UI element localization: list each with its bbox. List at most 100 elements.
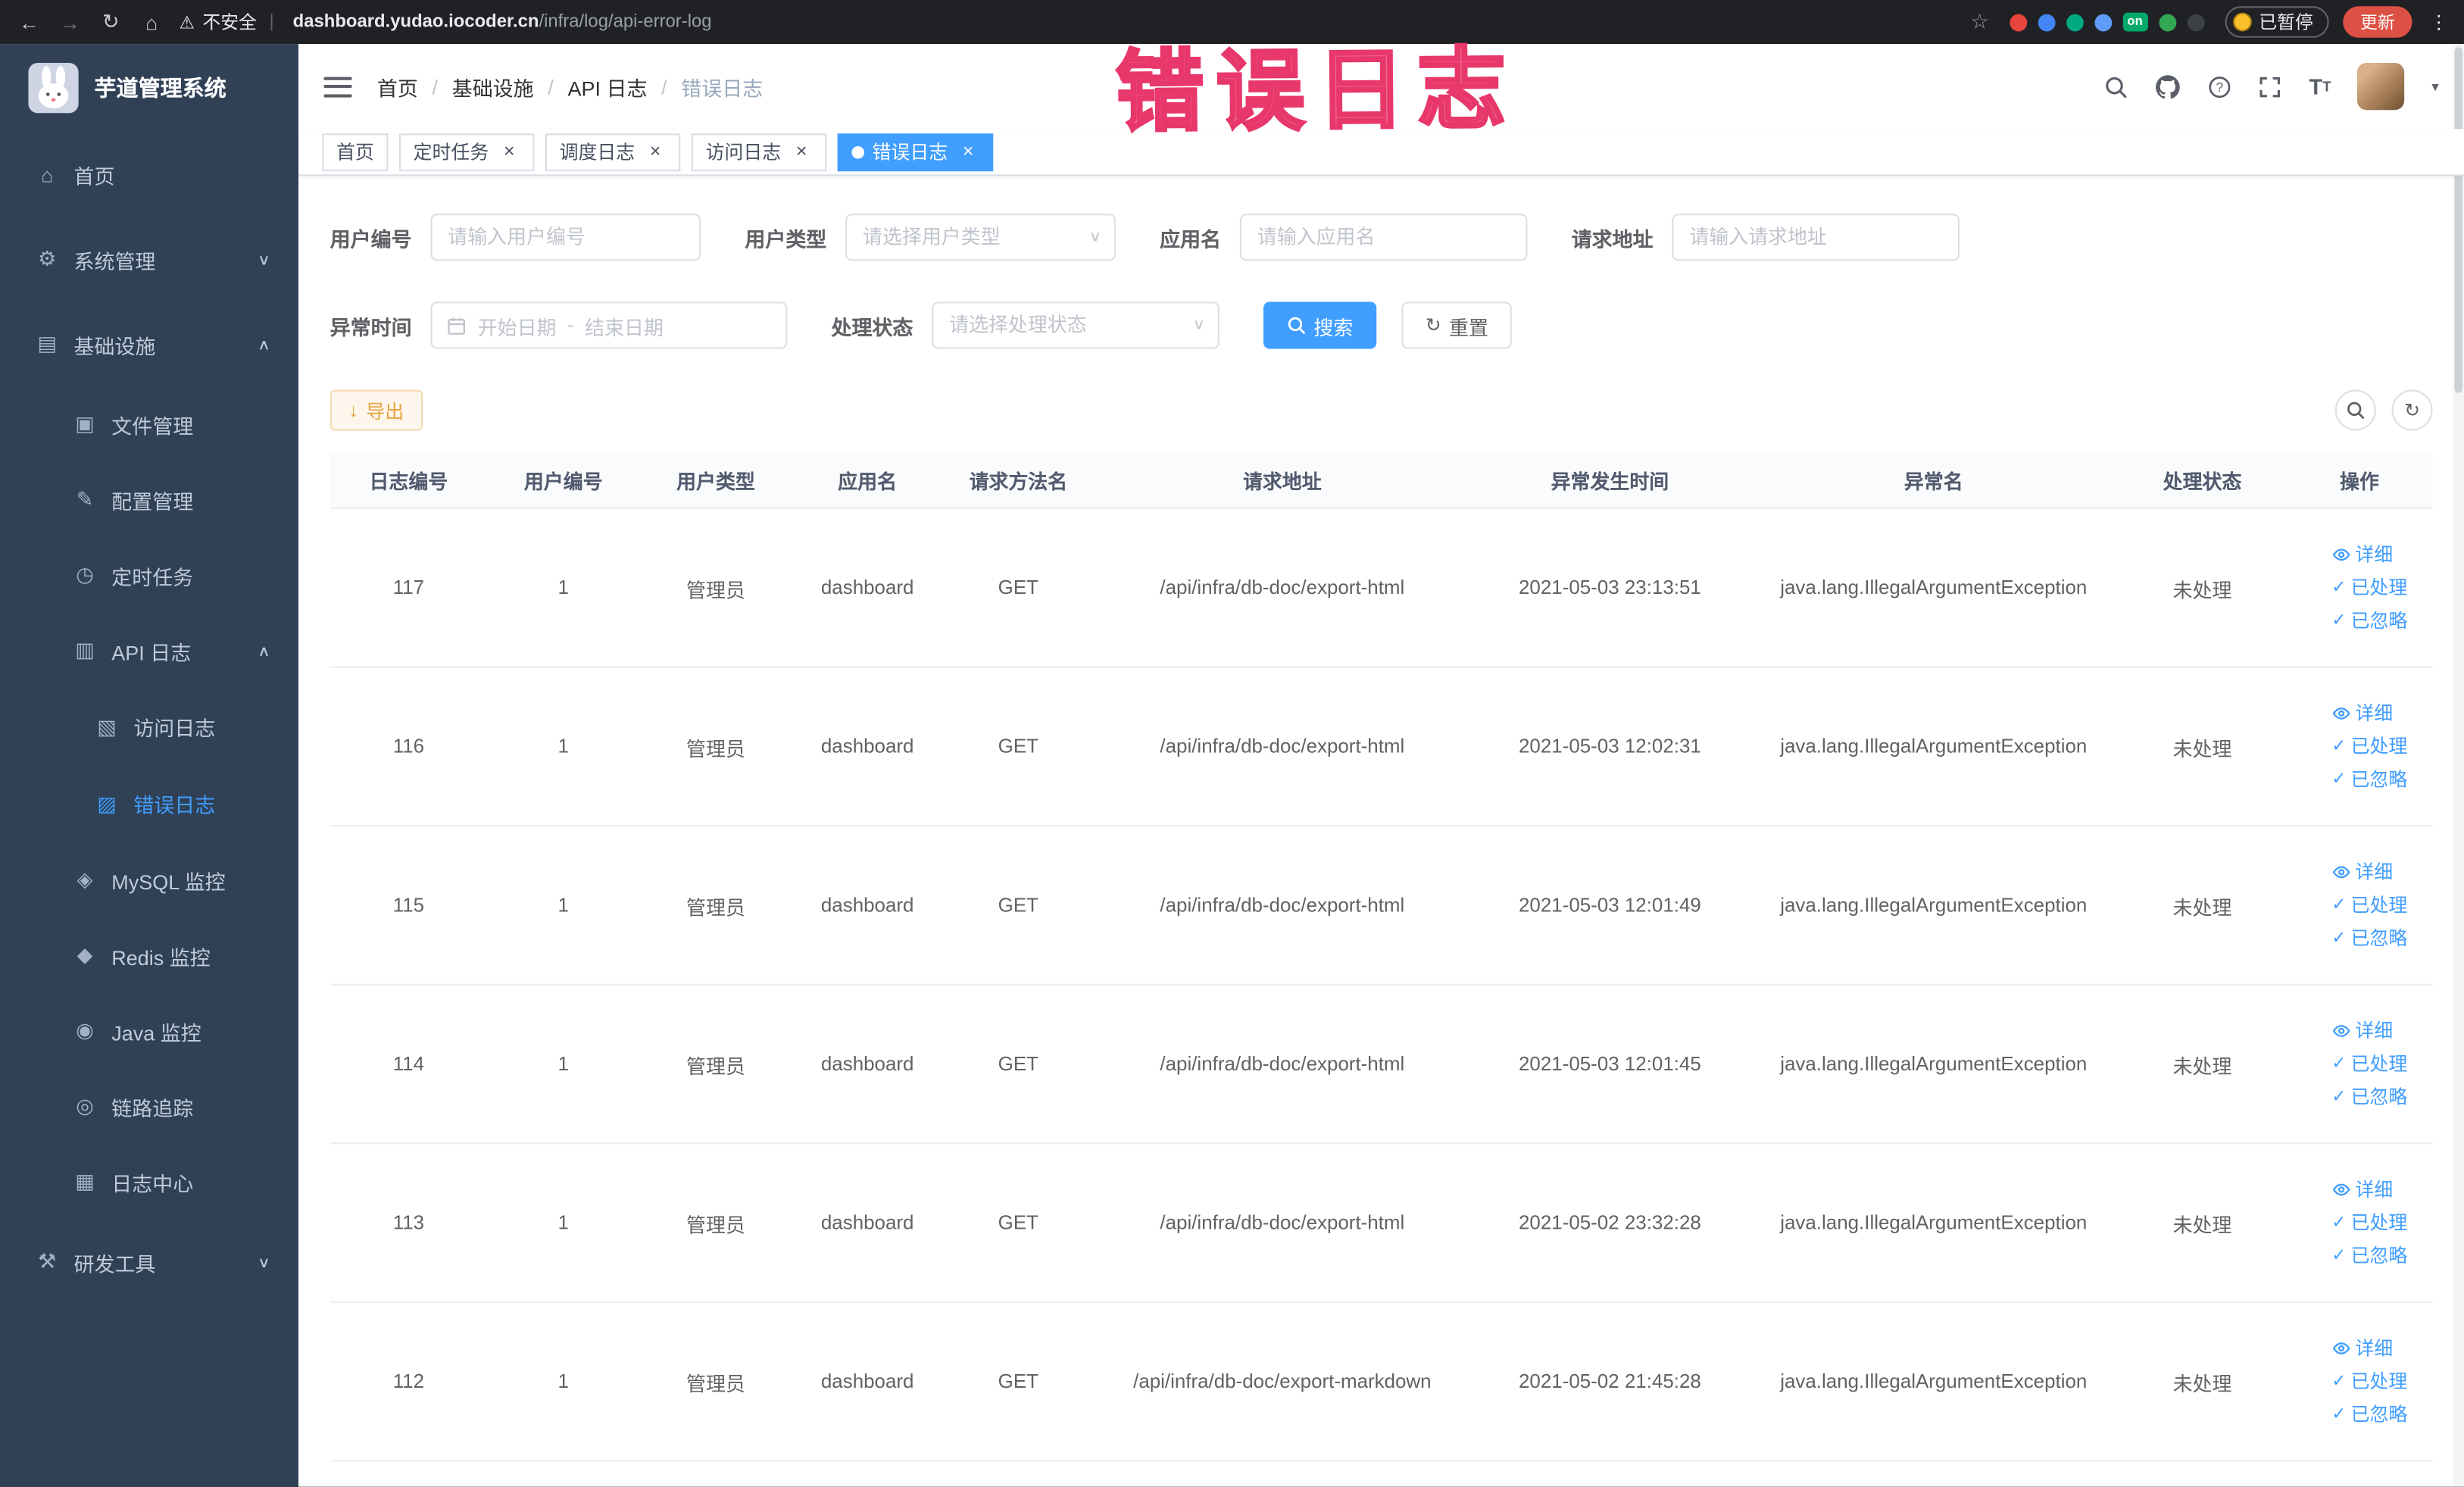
date-range-picker[interactable]: 开始日期 - 结束日期	[430, 301, 788, 349]
update-button[interactable]: 更新	[2343, 6, 2412, 38]
processed-action-link[interactable]: ✓ 已处理	[2331, 1048, 2407, 1081]
action-label: 已处理	[2350, 1370, 2408, 1392]
tab-home[interactable]: 首页	[322, 133, 389, 171]
search-icon[interactable]	[2105, 75, 2128, 98]
process-status-select[interactable]	[932, 301, 1220, 349]
chevron-down-icon[interactable]: ▾	[2431, 78, 2438, 95]
browser-forward-icon[interactable]: →	[57, 10, 83, 33]
tab-job[interactable]: 定时任务 ×	[398, 133, 535, 171]
sidebar-item-file[interactable]: ▣ 文件管理	[0, 386, 298, 462]
tab-error-log[interactable]: 错误日志 ×	[837, 133, 994, 171]
detail-action-link[interactable]: 详细	[2331, 539, 2393, 572]
sidebar-item-label: API 日志	[111, 640, 192, 664]
sidebar-item-infrastructure[interactable]: ▤ 基础设施 ∧	[0, 301, 298, 386]
extension-leaf-icon[interactable]	[2158, 13, 2176, 31]
breadcrumb-item[interactable]: API 日志	[568, 71, 648, 101]
sidebar-item-label: 访问日志	[133, 717, 216, 741]
close-icon[interactable]: ×	[957, 140, 979, 163]
sidebar-item-error-log[interactable]: ▨ 错误日志	[0, 765, 298, 842]
check-icon: ✓	[2331, 736, 2347, 755]
github-icon[interactable]	[2155, 73, 2181, 99]
close-icon[interactable]: ×	[498, 140, 520, 163]
user-id-input[interactable]	[430, 214, 701, 261]
table-toolbar: ↓ 导出 ↻	[329, 389, 2433, 431]
processed-action-link[interactable]: ✓ 已处理	[2331, 571, 2407, 604]
extension-target-icon[interactable]	[2009, 13, 2027, 31]
detail-action-link[interactable]: 详细	[2331, 697, 2393, 730]
sidebar-item-job[interactable]: ◷ 定时任务	[0, 538, 298, 614]
tab-access-log[interactable]: 访问日志 ×	[691, 133, 827, 171]
sidebar-item-dev-tools[interactable]: ⚒ 研发工具 ∨	[0, 1220, 298, 1304]
detail-action-link[interactable]: 详细	[2331, 1014, 2393, 1048]
detail-action-link[interactable]: 详细	[2331, 856, 2393, 889]
table-row: 117 1 管理员 dashboard GET/api/infra/db-doc/exp…	[329, 509, 2433, 668]
cell-user-id: 1	[557, 1211, 569, 1234]
breadcrumb-separator: /	[548, 74, 554, 98]
action-label: 已忽略	[2350, 1402, 2408, 1425]
sidebar-item-log-center[interactable]: ▦ 日志中心	[0, 1144, 298, 1220]
browser-home-icon[interactable]: ⌂	[139, 10, 165, 33]
tab-job-log[interactable]: 调度日志 ×	[545, 133, 681, 171]
sidebar-item-access-log[interactable]: ▧ 访问日志	[0, 689, 298, 766]
processed-action-link[interactable]: ✓ 已处理	[2331, 730, 2407, 764]
search-button[interactable]: 搜索	[1263, 301, 1377, 349]
sidebar-item-api-log[interactable]: ▥ API 日志 ∧	[0, 613, 298, 689]
browser-menu-icon[interactable]: ⋮	[2429, 11, 2448, 33]
column-header-user-type: 用户类型	[676, 471, 755, 494]
sidebar-item-system[interactable]: ⚙ 系统管理 ∨	[0, 217, 298, 301]
extension-grid-icon[interactable]	[2094, 13, 2112, 31]
avatar[interactable]	[2357, 62, 2406, 111]
processed-action-link[interactable]: ✓ 已处理	[2331, 889, 2407, 922]
ignored-action-link[interactable]: ✓ 已忽略	[2331, 1398, 2407, 1431]
extension-on-badge[interactable]: on	[2122, 12, 2147, 32]
url-bar[interactable]: dashboard.yudao.iocoder.cn/infra/log/api…	[293, 13, 712, 32]
extension-paw-icon[interactable]	[2186, 13, 2204, 31]
help-icon[interactable]: ?	[2209, 75, 2232, 98]
filter-process-status: 处理状态 ∨	[831, 301, 1220, 349]
sidebar-toggle-icon[interactable]	[323, 76, 352, 97]
font-size-icon[interactable]: TT	[2309, 74, 2331, 99]
security-chip[interactable]: ⚠ 不安全 |	[180, 9, 279, 34]
filter-row-1: 用户编号 用户类型 ∨ 应用名 请	[330, 214, 2433, 261]
active-tab-dot	[851, 145, 865, 158]
paused-badge[interactable]: 已暂停	[2224, 6, 2329, 38]
ignored-action-link[interactable]: ✓ 已忽略	[2331, 1239, 2407, 1273]
sidebar-item-config[interactable]: ✎ 配置管理	[0, 462, 298, 538]
ignored-action-link[interactable]: ✓ 已忽略	[2331, 922, 2407, 955]
check-icon: ✓	[2331, 1371, 2347, 1390]
breadcrumb-item[interactable]: 首页	[377, 71, 418, 101]
refresh-button[interactable]: ↻	[2391, 389, 2433, 431]
export-button[interactable]: ↓ 导出	[329, 389, 423, 431]
extension-v-icon[interactable]	[2066, 13, 2084, 31]
search-toggle-button[interactable]	[2334, 389, 2376, 431]
request-url-input[interactable]	[1672, 214, 1960, 261]
check-icon: ✓	[2331, 577, 2347, 597]
scrollbar-thumb[interactable]	[2454, 47, 2462, 393]
bookmark-star-icon[interactable]: ☆	[1971, 9, 1989, 34]
sidebar-item-home[interactable]: ⌂ 首页	[0, 132, 298, 217]
extension-drop-icon[interactable]	[2038, 13, 2055, 31]
user-type-select[interactable]	[845, 214, 1116, 261]
processed-action-link[interactable]: ✓ 已处理	[2331, 1365, 2407, 1398]
sidebar-item-mysql-monitor[interactable]: ◈ MySQL 监控	[0, 842, 298, 918]
detail-action-link[interactable]: 详细	[2331, 1332, 2393, 1365]
sidebar-item-redis-monitor[interactable]: ◆ Redis 监控	[0, 918, 298, 994]
ignored-action-link[interactable]: ✓ 已忽略	[2331, 604, 2407, 638]
ignored-action-link[interactable]: ✓ 已忽略	[2331, 1080, 2407, 1114]
breadcrumb-item[interactable]: 基础设施	[452, 71, 534, 101]
sidebar-item-trace[interactable]: ◎ 链路追踪	[0, 1069, 298, 1145]
close-icon[interactable]: ×	[791, 140, 813, 163]
sidebar-item-java-monitor[interactable]: ◉ Java 监控	[0, 993, 298, 1069]
detail-action-link[interactable]: 详细	[2331, 1173, 2393, 1207]
processed-action-link[interactable]: ✓ 已处理	[2331, 1206, 2407, 1239]
table-row: 115 1 管理员 dashboard GET/api/infra/db-doc/exp…	[329, 826, 2433, 986]
browser-back-icon[interactable]: ←	[16, 10, 42, 33]
eye-icon	[2331, 1180, 2350, 1199]
reset-button[interactable]: ↻ 重置	[1401, 301, 1513, 349]
browser-reload-icon[interactable]: ↻	[98, 9, 124, 34]
fullscreen-icon[interactable]	[2259, 75, 2282, 98]
logo[interactable]: 芋道管理系统	[0, 44, 298, 132]
close-icon[interactable]: ×	[645, 140, 667, 163]
ignored-action-link[interactable]: ✓ 已忽略	[2331, 763, 2407, 796]
app-name-input[interactable]	[1239, 214, 1528, 261]
